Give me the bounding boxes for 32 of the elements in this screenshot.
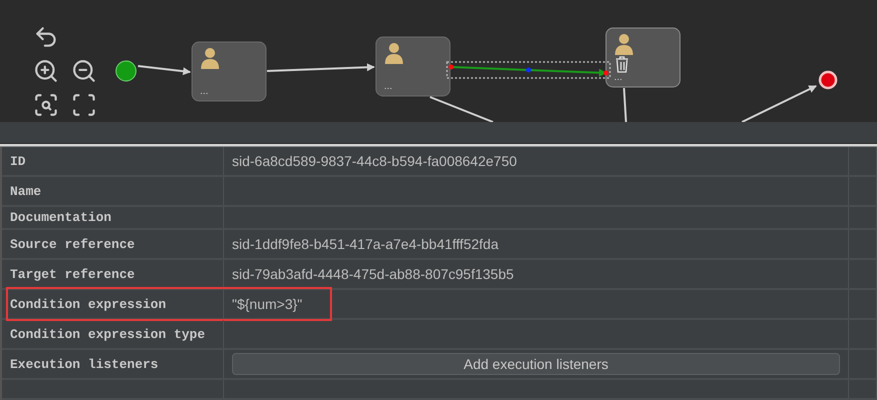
add-listeners-button[interactable]: Add execution listeners bbox=[232, 353, 840, 375]
sequence-flow[interactable] bbox=[138, 65, 191, 76]
sequence-flow[interactable] bbox=[266, 63, 375, 72]
task-label: ... bbox=[200, 86, 208, 97]
property-label: Name bbox=[10, 184, 42, 198]
property-value: sid-6a8cd589-9837-44c8-b594-fa008642e750 bbox=[232, 153, 517, 169]
task-label: ... bbox=[614, 72, 622, 83]
property-label: Execution listeners bbox=[10, 356, 158, 372]
property-label: Documentation bbox=[10, 210, 112, 225]
sequence-flow[interactable] bbox=[742, 85, 817, 122]
sequence-flow[interactable] bbox=[446, 61, 611, 79]
property-value: sid-1ddf9fe8-b451-417a-a7e4-bb41fff52fda bbox=[232, 236, 498, 252]
end-event[interactable] bbox=[818, 70, 838, 90]
task-label: ... bbox=[384, 81, 392, 92]
task-node[interactable] bbox=[192, 42, 266, 102]
property-label: ID bbox=[10, 154, 26, 168]
task-node[interactable] bbox=[606, 28, 680, 88]
start-event[interactable] bbox=[116, 60, 136, 82]
person-icon bbox=[201, 48, 219, 69]
person-icon bbox=[615, 34, 633, 55]
property-label: Source reference bbox=[10, 236, 135, 252]
property-value: sid-79ab3afd-4448-475d-ab88-807c95f135b5 bbox=[232, 266, 514, 282]
property-value: "${num>3}" bbox=[232, 296, 302, 312]
property-label: Target reference bbox=[10, 266, 135, 282]
property-label: Condition expression bbox=[10, 296, 166, 312]
sequence-flow[interactable] bbox=[430, 96, 494, 122]
task-node[interactable] bbox=[376, 36, 450, 96]
diagram-canvas[interactable]: ... ... ... bbox=[0, 0, 877, 122]
trash-icon[interactable] bbox=[615, 56, 629, 73]
person-icon bbox=[385, 43, 403, 64]
sequence-flow[interactable] bbox=[623, 88, 627, 122]
property-label: Condition expression type bbox=[10, 326, 206, 342]
